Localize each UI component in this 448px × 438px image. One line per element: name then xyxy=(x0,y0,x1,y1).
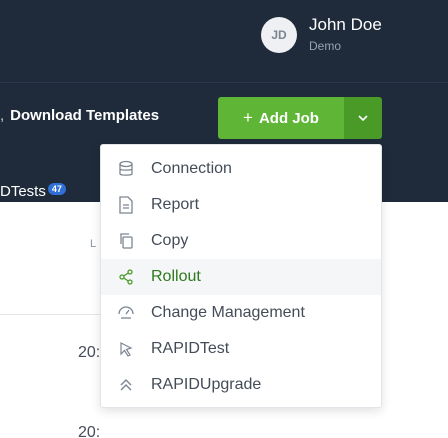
breadcrumb-separator: , xyxy=(0,107,5,124)
menu-item-rollout[interactable]: Rollout xyxy=(101,259,381,295)
add-job-button[interactable]: + Add Job xyxy=(218,97,344,139)
table-cell: 20: xyxy=(78,344,101,361)
share-icon xyxy=(101,269,151,285)
table-cell: 20: xyxy=(78,424,101,438)
tests-tab[interactable]: DTests 47 xyxy=(0,183,66,200)
menu-item-change-management[interactable]: Change Management xyxy=(101,295,381,331)
user-name[interactable]: John Doe xyxy=(309,15,382,35)
add-job-label: Add Job xyxy=(258,109,319,127)
top-bar: JD John Doe Demo xyxy=(0,0,448,82)
menu-item-label: Report xyxy=(151,196,200,213)
tests-count-badge: 47 xyxy=(47,183,66,195)
chevron-down-icon xyxy=(358,115,368,121)
menu-item-label: RAPIDTest xyxy=(151,340,230,357)
double-chevron-up-icon xyxy=(101,377,151,393)
tests-tab-label: DTests xyxy=(0,183,46,200)
menu-item-copy[interactable]: Copy xyxy=(101,223,381,259)
menu-item-report[interactable]: Report xyxy=(101,187,381,223)
download-templates-label: Download Templates xyxy=(10,107,160,124)
menu-item-label: RAPIDUpgrade xyxy=(151,376,262,393)
add-job-dropdown-toggle[interactable] xyxy=(344,97,382,139)
menu-item-label: Connection xyxy=(151,160,232,177)
column-header: L xyxy=(90,238,97,250)
database-icon xyxy=(101,160,151,178)
menu-item-rapidtest[interactable]: RAPIDTest xyxy=(101,331,381,367)
menu-item-label: Change Management xyxy=(151,304,305,321)
report-icon xyxy=(101,196,151,214)
cursor-icon xyxy=(101,341,151,357)
add-job-dropdown-menu: Connection Report Copy Rollout Change Ma… xyxy=(100,144,382,408)
download-templates-link[interactable]: , Download Templates xyxy=(0,107,159,124)
user-role: Demo xyxy=(309,39,342,53)
plus-icon: + xyxy=(243,108,253,127)
copy-icon xyxy=(101,232,151,250)
menu-item-rapidupgrade[interactable]: RAPIDUpgrade xyxy=(101,367,381,403)
menu-item-label: Copy xyxy=(151,232,189,249)
menu-item-label: Rollout xyxy=(151,268,201,285)
menu-item-connection[interactable]: Connection xyxy=(101,151,381,187)
avatar[interactable]: JD xyxy=(261,17,297,53)
change-management-icon xyxy=(101,305,151,321)
